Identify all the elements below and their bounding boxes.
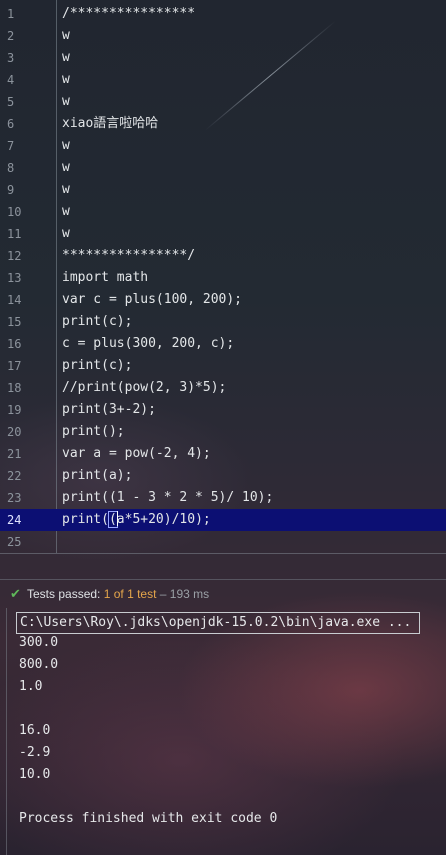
console-line: 16.0 <box>19 723 51 738</box>
editor-divider <box>0 553 446 554</box>
check-icon: ✔ <box>10 586 21 601</box>
code-text[interactable]: print((1 - 3 * 2 * 5)/ 10); <box>62 487 273 509</box>
code-text[interactable]: /**************** <box>62 3 195 25</box>
console-line: 800.0 <box>19 657 59 672</box>
line-number: 25 <box>7 535 22 549</box>
code-line[interactable]: 1 /**************** <box>0 3 446 25</box>
run-command-line[interactable]: C:\Users\Roy\.jdks\openjdk-15.0.2\bin\ja… <box>16 612 420 634</box>
code-text[interactable]: w <box>62 179 70 201</box>
code-text[interactable]: c = plus(300, 200, c); <box>62 333 234 355</box>
code-line[interactable]: 22 print(a); <box>0 465 446 487</box>
line-number: 5 <box>7 95 15 109</box>
code-text[interactable]: w <box>62 223 70 245</box>
line-number: 1 <box>7 7 15 21</box>
code-line[interactable]: 13 import math <box>0 267 446 289</box>
code-text[interactable]: w <box>62 25 70 47</box>
line-number: 13 <box>7 271 22 285</box>
console-line: Process finished with exit code 0 <box>19 811 278 826</box>
code-text[interactable]: w <box>62 157 70 179</box>
code-text[interactable]: w <box>62 91 70 113</box>
code-line[interactable]: 11 w <box>0 223 446 245</box>
code-segment: print( <box>62 512 109 527</box>
console-line: 10.0 <box>19 767 51 782</box>
code-line[interactable]: 7w <box>0 135 446 157</box>
line-number: 12 <box>7 249 22 263</box>
code-line[interactable]: 9w <box>0 179 446 201</box>
line-number: 17 <box>7 359 22 373</box>
code-editor[interactable]: 1/**************** 2 w 3 w 4 w 5 w 6 xiao語言啦哈哈 7 w 8 w… <box>0 0 446 553</box>
code-text[interactable]: print(c); <box>62 355 132 377</box>
code-line[interactable]: 19 print(3+-2); <box>0 399 446 421</box>
line-number: 4 <box>7 73 15 87</box>
code-line[interactable]: 24 print((a*5+20)/10); <box>0 509 446 531</box>
line-number: 19 <box>7 403 22 417</box>
line-number: 6 <box>7 117 15 131</box>
line-number: 9 <box>7 183 15 197</box>
code-text[interactable]: //print(pow(2, 3)*5); <box>62 377 226 399</box>
console-line: 1.0 <box>19 679 43 694</box>
code-line[interactable]: 18 //print(pow(2, 3)*5); <box>0 377 446 399</box>
code-text[interactable]: print(3+-2); <box>62 399 156 421</box>
code-line[interactable]: 15 print(c); <box>0 311 446 333</box>
code-line[interactable]: 20 print(); <box>0 421 446 443</box>
code-line[interactable]: 2w <box>0 25 446 47</box>
code-segment: a*5+20)/10); <box>116 512 211 527</box>
code-line[interactable]: 16 c = plus(300, 200, c); <box>0 333 446 355</box>
code-line[interactable]: 21 var a = pow(-2, 4); <box>0 443 446 465</box>
code-line[interactable]: 25 <box>0 531 446 553</box>
code-text[interactable]: w <box>62 69 70 91</box>
tests-status: Tests passed: 1 of 1 test – 193 ms <box>27 587 210 601</box>
code-line[interactable]: 6 xiao語言啦哈哈 <box>0 113 446 135</box>
console-line: 300.0 <box>19 635 59 650</box>
code-text[interactable]: print(a); <box>62 465 132 487</box>
line-number: 7 <box>7 139 15 153</box>
line-number: 21 <box>7 447 22 461</box>
line-number: 23 <box>7 491 22 505</box>
code-text[interactable]: var c = plus(100, 200); <box>62 289 242 311</box>
code-text[interactable]: print(); <box>62 421 125 443</box>
code-text[interactable]: w <box>62 135 70 157</box>
code-text[interactable]: xiao語言啦哈哈 <box>62 113 158 135</box>
test-results-bar: ✔ Tests passed: 1 of 1 test – 193 ms <box>0 579 446 608</box>
line-number: 14 <box>7 293 22 307</box>
run-command-text: C:\Users\Roy\.jdks\openjdk-15.0.2\bin\ja… <box>20 615 412 630</box>
code-text[interactable]: import math <box>62 267 148 289</box>
line-number: 24 <box>7 513 22 527</box>
code-text[interactable]: w <box>62 201 70 223</box>
code-text[interactable]: w <box>62 47 70 69</box>
code-text[interactable]: ****************/ <box>62 245 195 267</box>
code-line[interactable]: 4w <box>0 69 446 91</box>
code-line[interactable]: 10 w <box>0 201 446 223</box>
code-line[interactable]: 23 print((1 - 3 * 2 * 5)/ 10); <box>0 487 446 509</box>
line-number: 22 <box>7 469 22 483</box>
line-number: 3 <box>7 51 15 65</box>
code-line[interactable]: 5w <box>0 91 446 113</box>
line-number: 8 <box>7 161 15 175</box>
line-number: 11 <box>7 227 22 241</box>
console-gutter <box>0 608 7 855</box>
code-text[interactable]: print((a*5+20)/10); <box>62 509 211 531</box>
line-number: 15 <box>7 315 22 329</box>
line-number: 10 <box>7 205 22 219</box>
code-line[interactable]: 14 var c = plus(100, 200); <box>0 289 446 311</box>
code-text[interactable]: print(c); <box>62 311 132 333</box>
code-text[interactable]: var a = pow(-2, 4); <box>62 443 211 465</box>
console-line: -2.9 <box>19 745 51 760</box>
code-line[interactable]: 3w <box>0 47 446 69</box>
line-number: 2 <box>7 29 15 43</box>
code-line[interactable]: 12 ****************/ <box>0 245 446 267</box>
code-line[interactable]: 8w <box>0 157 446 179</box>
code-line[interactable]: 17 print(c); <box>0 355 446 377</box>
line-number: 16 <box>7 337 22 351</box>
line-number: 18 <box>7 381 22 395</box>
line-number: 20 <box>7 425 22 439</box>
